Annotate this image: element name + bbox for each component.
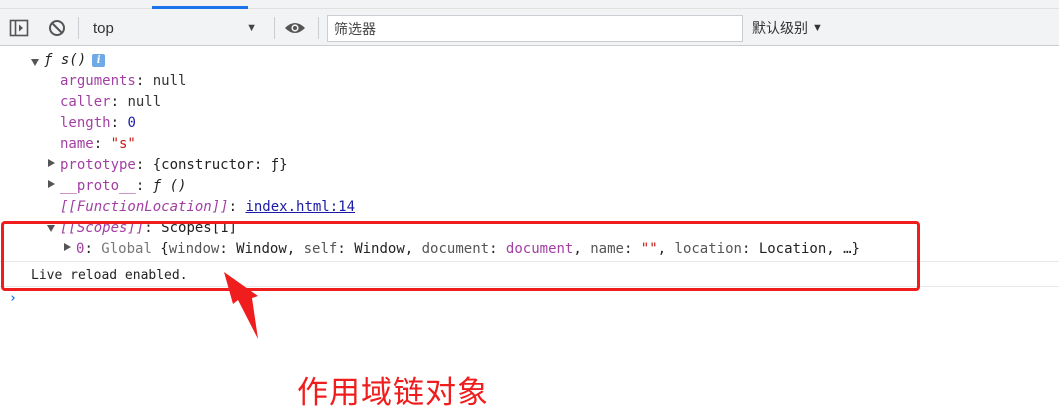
property-key: [[Scopes]] [60, 220, 145, 236]
property-separator: : [135, 178, 153, 194]
console-toolbar: top ▼ 默认级别 ▼ [0, 0, 1059, 46]
console-prompt-icon[interactable]: › [9, 291, 17, 306]
property-value: null [152, 73, 187, 89]
preview-key: window [168, 241, 220, 257]
property-value: {constructor: ƒ} [152, 157, 288, 173]
scope-entry-global[interactable]: 0: Global {window: Window, self: Window,… [76, 239, 860, 260]
property-key: [[FunctionLocation]] [60, 199, 229, 215]
filter-input[interactable] [327, 15, 743, 42]
property-key: __proto__ [60, 178, 136, 194]
preview-value: "" [640, 241, 658, 257]
property-scopes[interactable]: [[Scopes]]: Scopes[1] [60, 218, 237, 239]
property-caller: caller: null [60, 92, 161, 113]
active-tab-indicator [152, 6, 248, 9]
property-separator: : [228, 199, 246, 215]
chevron-down-icon: ▼ [246, 22, 257, 34]
source-link[interactable]: index.html:14 [245, 199, 355, 215]
property-separator: : [135, 73, 153, 89]
property-value: ƒ () [152, 178, 187, 194]
property-value: 0 [127, 115, 136, 131]
console-output: ƒ s() i arguments: null caller: null leng… [0, 46, 1059, 416]
property-key: caller [60, 94, 111, 110]
log-level-label: 默认级别 [752, 20, 808, 36]
property-prototype[interactable]: prototype: {constructor: ƒ} [60, 155, 288, 176]
property-key: arguments [60, 73, 136, 89]
preview-key: location [674, 241, 742, 257]
property-separator: : [110, 115, 128, 131]
expand-triangle-icon[interactable] [64, 243, 71, 251]
chevron-down-icon: ▼ [812, 22, 823, 34]
property-separator: : [93, 136, 111, 152]
annotation-label: 作用域链对象 [297, 375, 489, 411]
preview-value: Location [758, 241, 827, 257]
toolbar-separator [78, 17, 79, 39]
log-message: Live reload enabled. [31, 268, 188, 283]
function-symbol: ƒ [44, 52, 53, 68]
preview-key: self [303, 241, 338, 257]
object-open-brace: { [151, 241, 169, 257]
expand-triangle-icon[interactable] [48, 180, 55, 188]
preview-key: name [590, 241, 624, 257]
console-row-divider [0, 261, 1059, 262]
expand-triangle-icon[interactable] [31, 59, 39, 66]
eye-icon [285, 23, 305, 33]
log-level-selector[interactable]: 默认级别 ▼ [752, 15, 823, 41]
property-proto[interactable]: __proto__: ƒ () [60, 176, 186, 197]
function-name: s() [60, 52, 87, 68]
property-separator: : [84, 241, 102, 257]
property-arguments: arguments: null [60, 71, 186, 92]
toolbar-separator [274, 17, 275, 39]
devtools-console-screenshot: top ▼ 默认级别 ▼ ƒ s() i arguments: null call… [0, 0, 1059, 416]
info-icon[interactable]: i [92, 53, 106, 67]
property-separator: : [135, 157, 153, 173]
function-object-header[interactable]: ƒ s() i [44, 50, 106, 71]
object-truncation: …} [843, 241, 860, 257]
clear-console-icon [49, 20, 65, 36]
expand-triangle-icon[interactable] [48, 159, 55, 167]
preview-value: Window [236, 241, 287, 257]
context-selector[interactable]: top ▼ [85, 15, 263, 41]
property-separator: : [110, 94, 128, 110]
sidebar-toggle-button[interactable] [8, 17, 30, 39]
property-value: Scopes[1] [161, 220, 238, 236]
console-row-divider [0, 286, 1059, 287]
property-length: length: 0 [60, 113, 136, 134]
context-selector-label: top [93, 19, 114, 37]
property-value: "s" [110, 136, 136, 152]
scope-label: Global [101, 241, 152, 257]
toolbar-separator [318, 17, 319, 39]
property-key: name [60, 136, 94, 152]
property-function-location: [[FunctionLocation]]: index.html:14 [60, 197, 355, 218]
property-key: length [60, 115, 111, 131]
sidebar-toggle-icon [9, 19, 29, 37]
property-separator: : [144, 220, 162, 236]
preview-key: document [421, 241, 490, 257]
live-expression-button[interactable] [284, 17, 306, 39]
expand-triangle-icon[interactable] [47, 225, 55, 232]
preview-value: Window [354, 241, 405, 257]
property-name: name: "s" [60, 134, 136, 155]
clear-console-button[interactable] [46, 17, 68, 39]
property-key: prototype [60, 157, 136, 173]
property-value: null [127, 94, 162, 110]
preview-value: document [505, 241, 574, 257]
